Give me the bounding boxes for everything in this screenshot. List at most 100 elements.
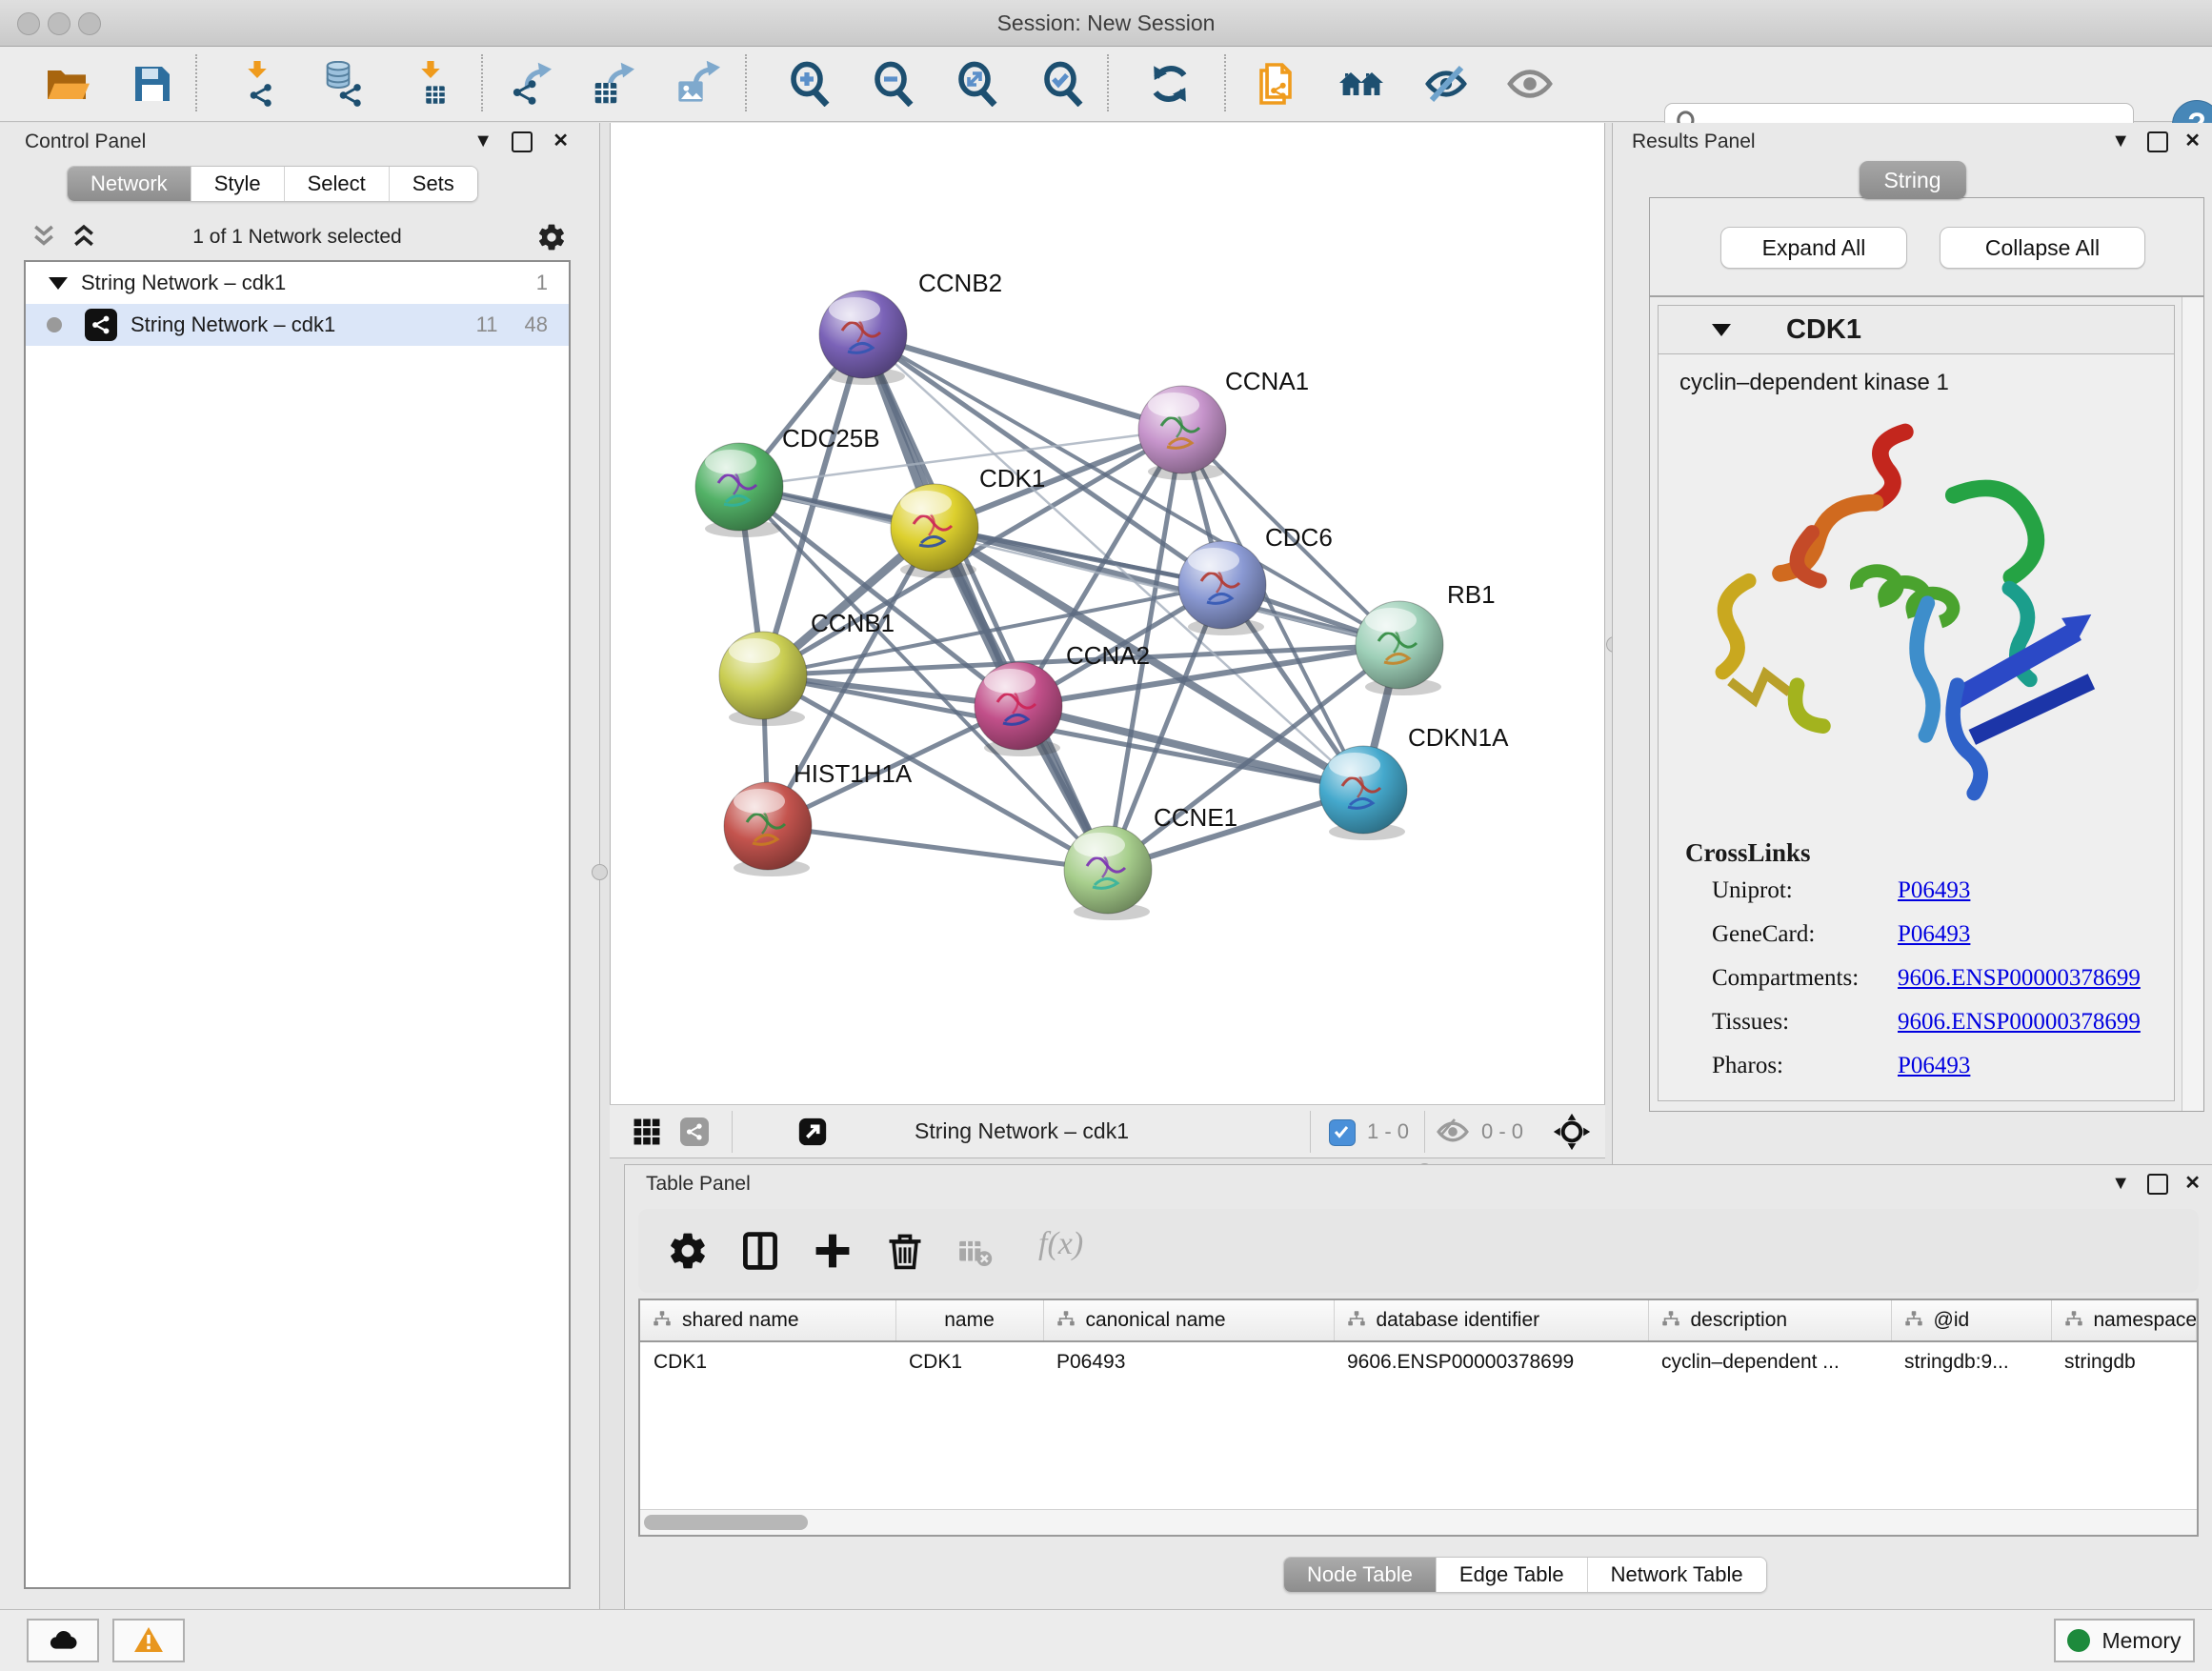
grid-view-icon[interactable] (631, 1116, 663, 1148)
results-panel-close-icon[interactable]: ✕ (2184, 129, 2201, 153)
tab-style[interactable]: Style (191, 167, 285, 201)
export-table-icon[interactable] (592, 61, 637, 107)
network-graph[interactable]: CCNB2CCNA1CDC25BCDK1CDC6RB1CCNB1CCNA2CDK… (611, 123, 1604, 1104)
tab-sets[interactable]: Sets (390, 167, 477, 201)
string-home-icon[interactable] (1338, 61, 1384, 107)
zoom-fit-icon[interactable] (955, 61, 1000, 107)
cell-namespace[interactable]: stringdb (2051, 1341, 2197, 1382)
export-image-icon[interactable] (675, 61, 721, 107)
network-edge[interactable] (768, 826, 1108, 870)
toolbar-separator (481, 54, 483, 111)
control-panel-float-icon[interactable] (512, 131, 533, 152)
show-graphics-icon[interactable] (1507, 61, 1553, 107)
table-settings-gear-icon[interactable] (667, 1230, 709, 1272)
birdseye-icon[interactable] (1553, 1113, 1591, 1151)
crosslink-row: Compartments: 9606.ENSP00000378699 (1712, 965, 2174, 992)
table-row[interactable]: CDK1 CDK1 P06493 9606.ENSP00000378699 cy… (640, 1341, 2197, 1382)
hide-glass-icon[interactable] (1423, 61, 1469, 107)
results-actions-box: Expand All Collapse All (1649, 197, 2204, 296)
table-tabs: Node Table Edge Table Network Table (1283, 1557, 1767, 1593)
tab-select[interactable]: Select (285, 167, 390, 201)
protein-expander-icon[interactable] (1712, 324, 1731, 336)
open-session-icon[interactable] (44, 61, 90, 107)
protein-section-header[interactable]: CDK1 (1658, 305, 2175, 354)
import-network-icon[interactable] (236, 61, 282, 107)
add-column-icon[interactable] (812, 1230, 854, 1272)
column-header[interactable]: description (1648, 1300, 1891, 1341)
table-panel-close-icon[interactable]: ✕ (2184, 1171, 2201, 1196)
import-table-icon[interactable] (408, 61, 453, 107)
zoom-out-icon[interactable] (871, 61, 916, 107)
column-header[interactable]: shared name (640, 1300, 895, 1341)
cell-canonical-name[interactable]: P06493 (1043, 1341, 1334, 1382)
network-collection-row[interactable]: String Network – cdk1 1 (26, 262, 569, 304)
table-panel-title: Table Panel (646, 1173, 751, 1196)
collapse-all-button[interactable]: Collapse All (1940, 227, 2145, 269)
results-panel-float-icon[interactable] (2147, 131, 2168, 152)
control-panel-close-icon[interactable]: ✕ (553, 129, 569, 153)
data-panel-icon[interactable] (1254, 61, 1299, 107)
selected-nodes-checkbox[interactable] (1329, 1119, 1356, 1146)
left-splitter-handle[interactable] (592, 864, 608, 880)
column-header[interactable]: @id (1891, 1300, 2051, 1341)
results-panel-collapse-icon[interactable]: ▼ (2111, 129, 2130, 153)
network-edge[interactable] (863, 334, 1182, 430)
tab-network[interactable]: Network (68, 167, 191, 201)
cell-description[interactable]: cyclin–dependent ... (1648, 1341, 1891, 1382)
crosslink-link[interactable]: P06493 (1898, 1053, 1970, 1079)
cell-shared-name[interactable]: CDK1 (640, 1341, 895, 1382)
hidden-eye-icon[interactable] (1437, 1116, 1469, 1148)
column-header[interactable]: namespace (2051, 1300, 2197, 1341)
network-share-icon[interactable] (678, 1116, 711, 1148)
memory-button[interactable]: Memory (2054, 1619, 2195, 1662)
column-header[interactable]: canonical name (1043, 1300, 1334, 1341)
table-horizontal-scrollbar[interactable] (640, 1509, 2197, 1535)
warnings-button[interactable] (112, 1619, 185, 1662)
crosslink-link[interactable]: 9606.ENSP00000378699 (1898, 1009, 2141, 1036)
toolbar-separator (195, 54, 197, 111)
cytoscape-window: { "window": { "title": "Session: New Ses… (0, 0, 2212, 1671)
delete-column-icon[interactable] (884, 1230, 926, 1272)
network-options-gear-icon[interactable] (536, 222, 567, 252)
table-panel-collapse-icon[interactable]: ▼ (2111, 1171, 2130, 1196)
zoom-selected-icon[interactable] (1040, 61, 1086, 107)
crosslink-link[interactable]: P06493 (1898, 921, 1970, 948)
control-panel: Control Panel ▼ ✕ Network Style Select S… (0, 123, 600, 1610)
network-edge-count: 48 (525, 312, 548, 337)
cell-database-identifier[interactable]: 9606.ENSP00000378699 (1334, 1341, 1648, 1382)
cloud-button[interactable] (27, 1619, 99, 1662)
column-header[interactable]: name (895, 1300, 1043, 1341)
tab-network-table[interactable]: Network Table (1588, 1558, 1766, 1592)
cloud-icon (48, 1625, 78, 1656)
scrollbar-thumb[interactable] (644, 1515, 808, 1530)
refresh-icon[interactable] (1147, 61, 1193, 107)
network-view-title: String Network – cdk1 (915, 1105, 1129, 1158)
table-panel-float-icon[interactable] (2147, 1174, 2168, 1195)
tab-node-table[interactable]: Node Table (1284, 1558, 1437, 1592)
show-columns-icon[interactable] (739, 1230, 781, 1272)
save-session-icon[interactable] (130, 61, 175, 107)
network-row[interactable]: String Network – cdk1 11 48 (26, 304, 569, 346)
cell-id[interactable]: stringdb:9... (1891, 1341, 2051, 1382)
protein-name: CDK1 (1786, 314, 1861, 346)
toolbar-separator (1107, 54, 1109, 111)
network-canvas[interactable]: CCNB2CCNA1CDC25BCDK1CDC6RB1CCNB1CCNA2CDK… (610, 123, 1605, 1104)
collection-expander-icon[interactable] (49, 277, 68, 290)
import-network-database-icon[interactable] (320, 61, 366, 107)
open-in-window-icon[interactable] (796, 1116, 829, 1148)
protein-section-body: cyclin–dependent kinase 1 (1658, 354, 2175, 1101)
control-panel-collapse-icon[interactable]: ▼ (473, 129, 493, 153)
crosslink-link[interactable]: P06493 (1898, 877, 1970, 904)
tab-edge-table[interactable]: Edge Table (1437, 1558, 1588, 1592)
cell-name[interactable]: CDK1 (895, 1341, 1043, 1382)
node-label: CDC6 (1265, 523, 1333, 552)
node-table[interactable]: shared name name canonical name database… (638, 1299, 2199, 1537)
crosslink-link[interactable]: 9606.ENSP00000378699 (1898, 965, 2141, 992)
network-edge[interactable] (863, 334, 1108, 870)
results-vertical-scrollbar[interactable] (2182, 297, 2203, 1111)
expand-all-button[interactable]: Expand All (1720, 227, 1907, 269)
zoom-in-icon[interactable] (787, 61, 833, 107)
string-tab[interactable]: String (1859, 161, 1965, 199)
export-network-icon[interactable] (511, 61, 556, 107)
column-header[interactable]: database identifier (1334, 1300, 1648, 1341)
